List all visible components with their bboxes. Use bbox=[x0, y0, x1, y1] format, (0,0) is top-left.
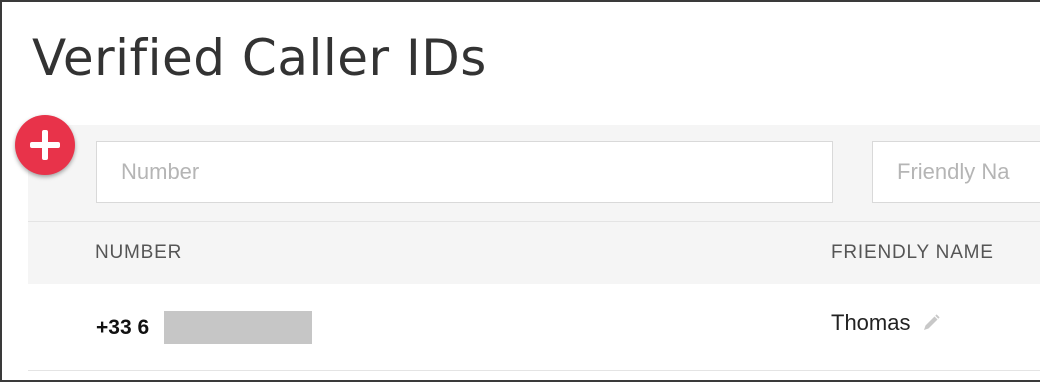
friendly-name-filter-input[interactable] bbox=[872, 141, 1040, 203]
friendly-name-cell: Thomas bbox=[831, 307, 942, 339]
column-header-friendly-name: FRIENDLY NAME bbox=[831, 242, 994, 263]
table-row[interactable]: +33 6 Thomas bbox=[28, 284, 1040, 371]
app-window: Verified Caller IDs NUMBER FRIENDLY NAME… bbox=[0, 0, 1040, 382]
page-title: Verified Caller IDs bbox=[32, 29, 487, 87]
caller-id-number: +33 6 bbox=[96, 316, 150, 339]
table-header: NUMBER FRIENDLY NAME bbox=[28, 222, 1040, 284]
pencil-icon[interactable] bbox=[920, 312, 942, 334]
number-filter-input[interactable] bbox=[96, 141, 833, 203]
plus-icon-stroke bbox=[42, 130, 48, 160]
redacted-number-block bbox=[164, 311, 312, 344]
add-caller-id-button[interactable] bbox=[15, 115, 75, 175]
filter-bar bbox=[28, 125, 1040, 222]
friendly-name-text: Thomas bbox=[831, 310, 911, 335]
column-header-number: NUMBER bbox=[95, 242, 183, 263]
